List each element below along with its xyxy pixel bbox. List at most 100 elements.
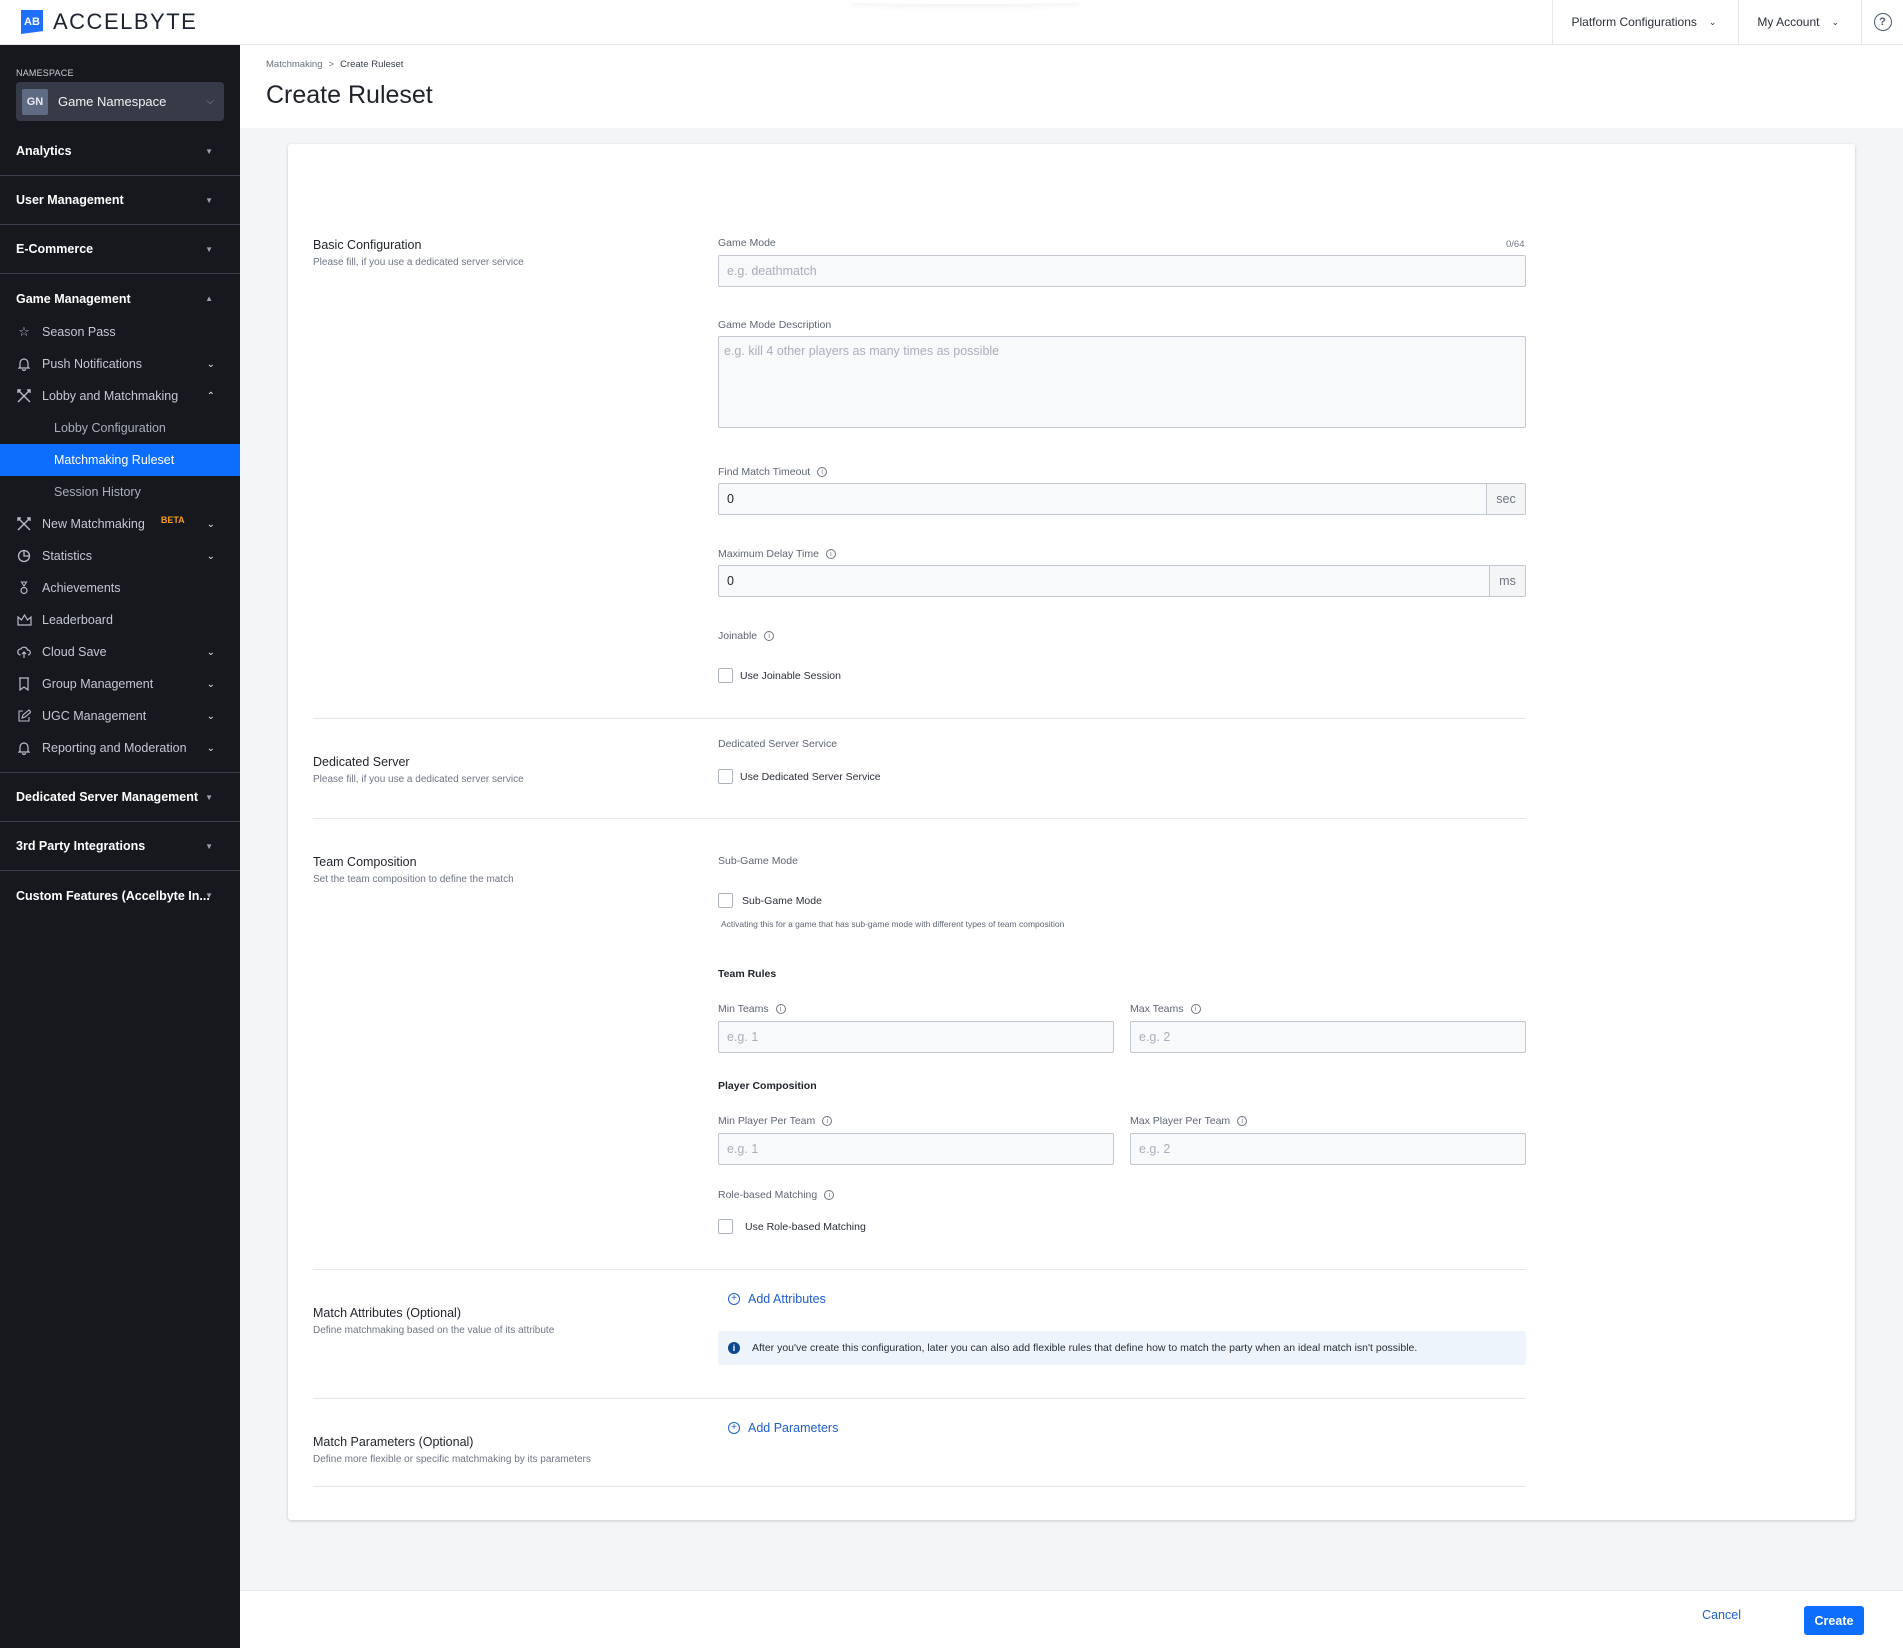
chevron-down-icon: ⌄ <box>206 518 215 530</box>
sidebar-item-label: Group Management <box>42 677 154 691</box>
cancel-button[interactable]: Cancel <box>1702 1608 1741 1622</box>
create-button[interactable]: Create <box>1804 1606 1864 1635</box>
my-account-menu[interactable]: My Account ⌄ <box>1738 0 1861 45</box>
use-role-based-matching-checkbox[interactable]: Use Role-based Matching <box>718 1219 866 1234</box>
sidebar-group-user-management[interactable]: User Management ▼ <box>0 176 240 225</box>
sidebar-item-statistics[interactable]: Statistics ⌄ <box>0 540 240 572</box>
chevron-up-icon: ⌃ <box>206 390 215 402</box>
info-icon[interactable]: i <box>822 1116 833 1126</box>
basic-config-desc: Please fill, if you use a dedicated serv… <box>313 257 524 268</box>
sidebar-item-label: Achievements <box>42 581 121 595</box>
min-player-per-team-input[interactable] <box>718 1133 1114 1165</box>
min-teams-label: Min Teams i <box>718 1003 786 1015</box>
checkbox-box[interactable] <box>718 668 733 683</box>
info-filled-icon: i <box>728 1342 740 1354</box>
match-parameters-title: Match Parameters (Optional) <box>313 1435 474 1449</box>
match-attributes-desc: Define matchmaking based on the value of… <box>313 1325 555 1336</box>
max-teams-input[interactable] <box>1130 1021 1526 1053</box>
help-icon: ? <box>1873 13 1892 31</box>
page-header: Matchmaking > Create Ruleset Create Rule… <box>240 45 1903 128</box>
checkbox-box[interactable] <box>718 893 733 908</box>
match-attributes-title: Match Attributes (Optional) <box>313 1306 461 1320</box>
sidebar-group-analytics[interactable]: Analytics ▼ <box>0 127 240 176</box>
dedicated-server-service-label-text: Dedicated Server Service <box>718 738 838 750</box>
section-divider <box>313 1398 1526 1399</box>
sidebar-item-group-management[interactable]: Group Management ⌄ <box>0 668 240 700</box>
min-teams-label-text: Min Teams <box>718 1003 769 1015</box>
add-parameters-label: Add Parameters <box>748 1421 839 1435</box>
namespace-select[interactable]: GN Game Namespace ⌵ <box>16 82 224 121</box>
sidebar-group-dedicated-server-management[interactable]: Dedicated Server Management ▼ <box>0 773 240 822</box>
sidebar-subitem-matchmaking-ruleset[interactable]: Matchmaking Ruleset <box>0 444 240 476</box>
info-icon[interactable]: i <box>824 1190 835 1200</box>
banner-icon <box>16 676 32 692</box>
info-icon[interactable]: i <box>825 549 836 559</box>
info-icon[interactable]: i <box>764 631 775 641</box>
breadcrumb: Matchmaking > Create Ruleset <box>266 59 403 70</box>
chevron-down-icon: ⌄ <box>206 710 215 722</box>
accelbyte-logo[interactable]: AB ACCELBYTE <box>21 9 197 35</box>
sub-game-mode-checkbox[interactable]: Sub-Game Mode <box>718 893 822 908</box>
sidebar-item-reporting-and-moderation[interactable]: Reporting and Moderation ⌄ <box>0 732 240 764</box>
sidebar-subitem-session-history[interactable]: Session History <box>0 476 240 508</box>
dedicated-server-service-label: Dedicated Server Service <box>718 738 837 750</box>
help-button[interactable]: ? <box>1861 0 1903 45</box>
sidebar-item-label: Season Pass <box>42 325 116 339</box>
chevron-down-icon: ⌄ <box>1831 16 1839 27</box>
sidebar-item-ugc-management[interactable]: UGC Management ⌄ <box>0 700 240 732</box>
game-mode-description-textarea[interactable] <box>718 336 1526 428</box>
find-match-timeout-input[interactable] <box>719 484 1486 514</box>
info-icon[interactable]: i <box>1237 1116 1248 1126</box>
add-attributes-button[interactable]: + Add Attributes <box>728 1292 826 1306</box>
add-attributes-label: Add Attributes <box>748 1292 826 1306</box>
sidebar-group-label: Analytics <box>16 144 72 158</box>
sidebar-group-3rd-party-integrations[interactable]: 3rd Party Integrations ▼ <box>0 822 240 871</box>
sidebar-group-e-commerce[interactable]: E-Commerce ▼ <box>0 225 240 274</box>
plus-circle-icon: + <box>728 1293 740 1305</box>
sidebar-item-cloud-save[interactable]: Cloud Save ⌄ <box>0 636 240 668</box>
sidebar-group-custom-features[interactable]: Custom Features (Accelbyte In... ▼ <box>0 871 240 920</box>
game-mode-input[interactable] <box>718 255 1526 287</box>
max-teams-label: Max Teams i <box>1130 1003 1201 1015</box>
info-icon[interactable]: i <box>817 467 828 477</box>
min-teams-input[interactable] <box>718 1021 1114 1053</box>
caret-down-icon: ▼ <box>205 841 213 851</box>
find-match-timeout-field: sec <box>718 483 1526 515</box>
sidebar-item-season-pass[interactable]: ☆ Season Pass <box>0 316 240 348</box>
sidebar-item-leaderboard[interactable]: Leaderboard <box>0 604 240 636</box>
sidebar-item-new-matchmaking[interactable]: New Matchmaking BETA ⌄ <box>0 508 240 540</box>
pie-chart-icon <box>16 548 32 564</box>
checkbox-box[interactable] <box>718 1219 733 1234</box>
add-parameters-button[interactable]: + Add Parameters <box>728 1421 838 1435</box>
sidebar-subitem-lobby-configuration[interactable]: Lobby Configuration <box>0 412 240 444</box>
max-player-per-team-input[interactable] <box>1130 1133 1526 1165</box>
team-rules-heading: Team Rules <box>718 968 777 980</box>
find-match-timeout-label: Find Match Timeout i <box>718 466 828 478</box>
breadcrumb-matchmaking[interactable]: Matchmaking <box>266 59 323 70</box>
team-composition-desc: Set the team composition to define the m… <box>313 874 514 885</box>
maximum-delay-time-input[interactable] <box>719 566 1489 596</box>
maximum-delay-time-label-text: Maximum Delay Time <box>718 548 819 560</box>
medal-icon <box>16 580 32 596</box>
info-icon[interactable]: i <box>1190 1004 1201 1014</box>
info-icon[interactable]: i <box>775 1004 786 1014</box>
sidebar-subitem-label: Matchmaking Ruleset <box>54 453 175 467</box>
max-player-per-team-label: Max Player Per Team i <box>1130 1115 1248 1127</box>
checkbox-box[interactable] <box>718 769 733 784</box>
game-mode-label-text: Game Mode <box>718 237 776 249</box>
sidebar-subitem-label: Lobby Configuration <box>54 421 166 435</box>
caret-up-icon: ▲ <box>205 294 213 303</box>
breadcrumb-separator-icon: > <box>328 59 335 70</box>
section-divider <box>313 1486 1526 1487</box>
platform-configurations-label: Platform Configurations <box>1571 15 1697 29</box>
use-dedicated-server-service-label: Use Dedicated Server Service <box>740 770 881 783</box>
sub-game-mode-hint: Activating this for a game that has sub-… <box>721 919 1065 929</box>
sidebar-item-push-notifications[interactable]: Push Notifications ⌄ <box>0 348 240 380</box>
page-title: Create Ruleset <box>266 81 433 109</box>
sidebar-item-achievements[interactable]: Achievements <box>0 572 240 604</box>
sidebar-item-lobby-and-matchmaking[interactable]: Lobby and Matchmaking ⌃ <box>0 380 240 412</box>
use-dedicated-server-service-checkbox[interactable]: Use Dedicated Server Service <box>718 769 881 784</box>
platform-configurations-menu[interactable]: Platform Configurations ⌄ <box>1552 0 1738 45</box>
section-divider <box>313 818 1526 819</box>
use-joinable-session-checkbox[interactable]: Use Joinable Session <box>718 668 841 683</box>
